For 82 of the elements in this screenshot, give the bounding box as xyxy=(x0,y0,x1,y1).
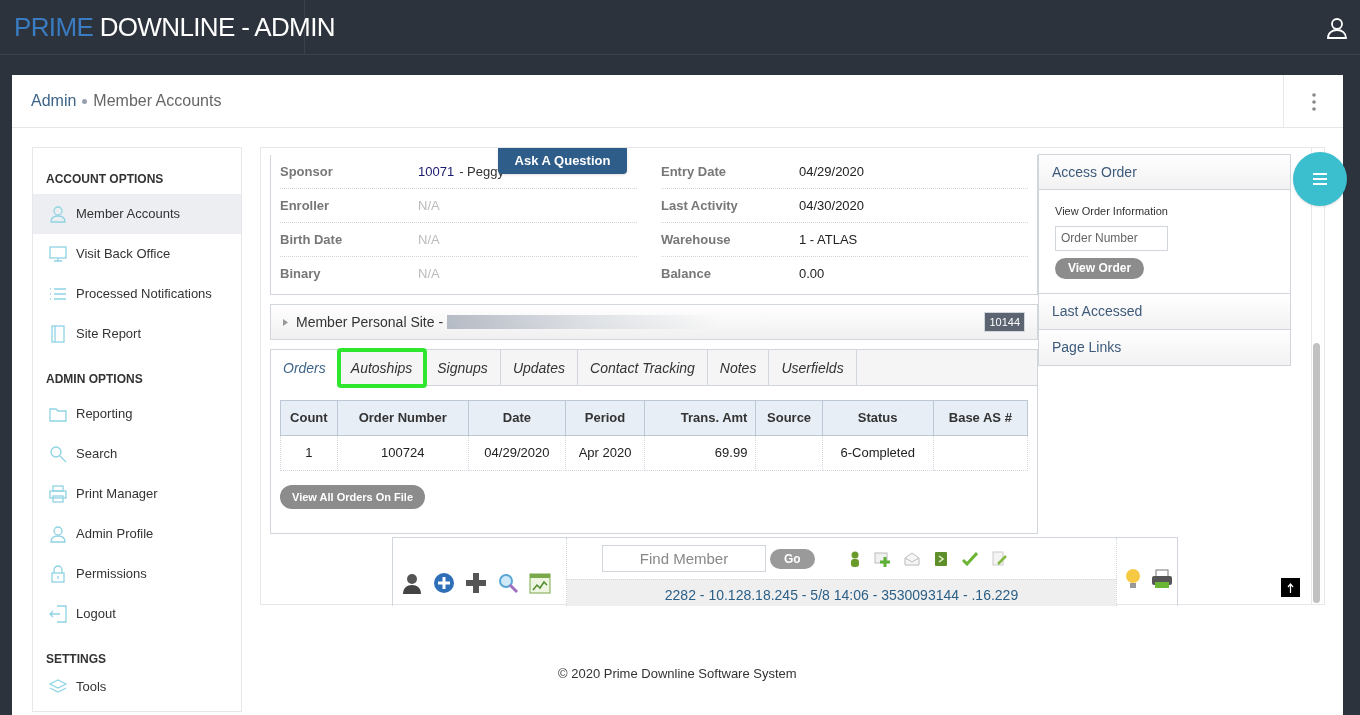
column-header: Date xyxy=(468,400,566,436)
field-label: Warehouse xyxy=(661,230,732,249)
table-cell: 6-Completed xyxy=(822,435,934,471)
brand-logo: PRIME DOWNLINE - ADMIN xyxy=(14,10,335,44)
search-icon xyxy=(49,445,67,463)
breadcrumb-current: Member Accounts xyxy=(93,91,222,111)
menu-icon xyxy=(1313,173,1327,185)
field-value: N/A xyxy=(418,196,440,215)
chart-icon[interactable] xyxy=(529,572,551,594)
column-header: Source xyxy=(755,400,823,436)
list-icon xyxy=(49,285,67,303)
sidebar-section-title: SETTINGS xyxy=(45,651,107,668)
notebook-icon xyxy=(49,325,67,343)
sidebar-section-title: ADMIN OPTIONS xyxy=(45,371,144,388)
order-number-field[interactable]: Order Number xyxy=(1055,225,1168,251)
arrow-up-icon xyxy=(1287,582,1294,593)
field-label: Last Activity xyxy=(661,196,739,215)
monitor-icon xyxy=(49,245,67,263)
scrollbar-thumb[interactable] xyxy=(1313,343,1320,603)
folder-icon xyxy=(49,405,67,423)
field-label: Enroller xyxy=(280,196,331,215)
column-header: Count xyxy=(280,400,338,436)
tab[interactable]: Updates xyxy=(500,350,579,386)
field-label: Sponsor xyxy=(280,162,334,181)
field-value: N/A xyxy=(418,230,440,249)
field-value: 0.00 xyxy=(799,265,825,284)
person-icon[interactable] xyxy=(401,572,423,594)
scroll-to-top-button[interactable] xyxy=(1281,578,1300,597)
field-label: Entry Date xyxy=(661,162,728,181)
edit-document-icon[interactable] xyxy=(991,550,1008,567)
field-value: 1 - ATLAS xyxy=(799,230,858,249)
tab[interactable]: Orders xyxy=(271,350,339,386)
magnifier-icon[interactable] xyxy=(497,572,519,594)
caption-text: View Order Information xyxy=(1055,204,1169,219)
personal-site-label: Member Personal Site - xyxy=(296,312,444,332)
column-header: Order Number xyxy=(337,400,469,436)
tab[interactable]: Contact Tracking xyxy=(578,350,708,386)
sidebar-item[interactable]: Member Accounts xyxy=(33,194,241,234)
table-cell: 100724 xyxy=(337,435,469,471)
column-header: Base AS # xyxy=(933,400,1028,436)
field-label: Balance xyxy=(661,265,712,284)
personal-site-bar[interactable]: Member Personal Site - 10144 xyxy=(270,304,1038,340)
table-cell: 69.99 xyxy=(644,435,756,471)
user-icon xyxy=(49,525,67,543)
sponsor-link[interactable]: 10071 xyxy=(418,161,455,182)
lightbulb-icon[interactable] xyxy=(1125,568,1141,590)
field-label: Birth Date xyxy=(280,230,344,249)
column-header: Period xyxy=(565,400,645,436)
field-value: 04/29/2020 xyxy=(799,162,865,181)
field-value: N/A xyxy=(418,265,440,284)
expand-arrow-icon xyxy=(283,318,288,326)
sidebar-section-title: ACCOUNT OPTIONS xyxy=(45,171,165,188)
user-icon[interactable] xyxy=(1326,17,1348,39)
more-options-icon[interactable] xyxy=(1311,92,1316,111)
checkmark-icon[interactable] xyxy=(961,551,978,566)
table-cell: 1 xyxy=(280,435,338,471)
logout-icon xyxy=(49,605,67,623)
printer-icon[interactable] xyxy=(1151,569,1173,589)
field-label: Binary xyxy=(280,265,322,284)
plus-icon[interactable] xyxy=(465,572,487,594)
member-id-badge: 10144 xyxy=(984,311,1025,333)
user-icon xyxy=(49,205,67,223)
ask-question-button[interactable]: Ask A Question xyxy=(498,148,627,174)
figure-icon[interactable] xyxy=(849,550,860,567)
add-image-icon[interactable] xyxy=(873,550,890,567)
tab[interactable]: Signups xyxy=(425,350,501,386)
column-header: Status xyxy=(822,400,934,436)
lock-icon xyxy=(49,565,67,583)
add-circle-icon[interactable] xyxy=(433,572,455,594)
table-cell: 04/29/2020 xyxy=(468,435,566,471)
breadcrumb-separator xyxy=(82,98,88,104)
tab[interactable]: Autoships xyxy=(338,350,426,386)
column-header: Trans. Amt xyxy=(644,400,756,436)
find-member-field[interactable]: Find Member xyxy=(602,545,766,572)
field-value: 04/30/2020 xyxy=(799,196,865,215)
table-cell: Apr 2020 xyxy=(565,435,645,471)
tab[interactable]: Userfields xyxy=(769,350,857,386)
printer-icon xyxy=(49,485,67,503)
tab[interactable]: Notes xyxy=(707,350,770,386)
breadcrumb-link[interactable]: Admin xyxy=(31,89,77,113)
footer-text: © 2020 Prime Downline Software System xyxy=(558,665,797,683)
session-status-text: 2282 - 10.128.18.245 - 5/8 14:06 - 3530093144 - .16.229 xyxy=(567,579,1116,606)
